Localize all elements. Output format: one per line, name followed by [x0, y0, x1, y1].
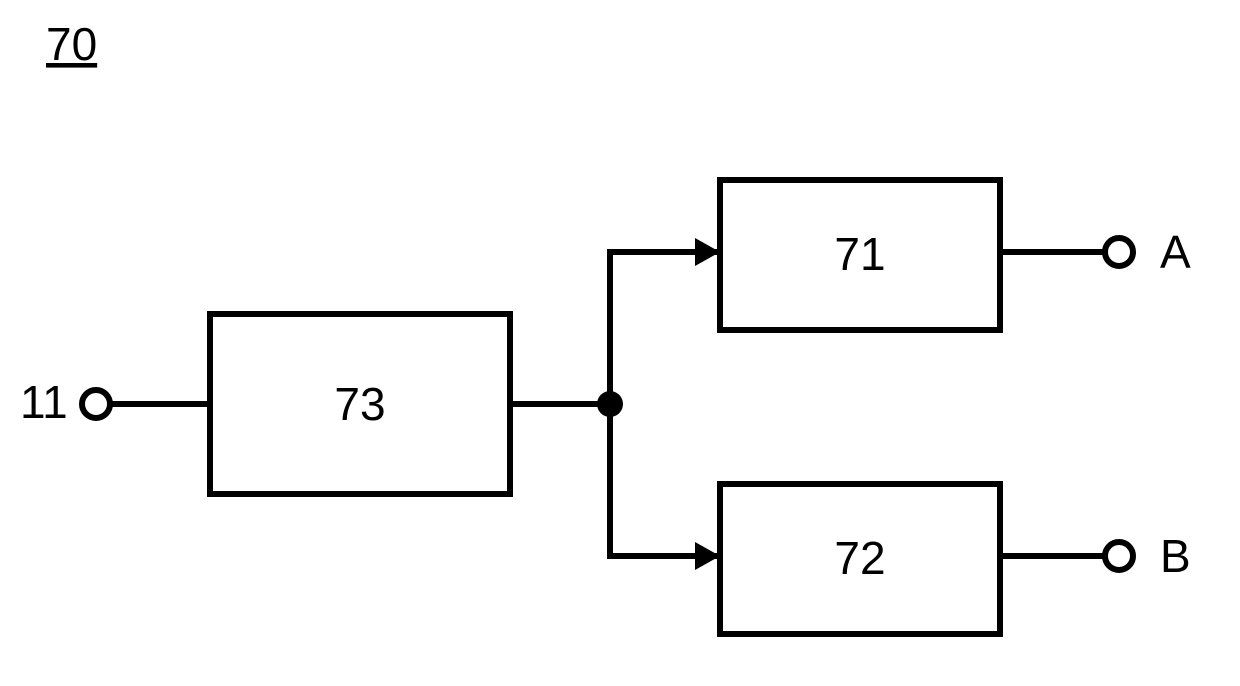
block-72-label: 72	[834, 532, 885, 584]
arrowhead-to-71	[695, 238, 720, 266]
output-label-B: B	[1160, 530, 1191, 582]
figure-number: 70	[46, 18, 97, 70]
wire-branch-to-71	[610, 252, 720, 404]
input-terminal-11	[82, 390, 110, 418]
input-label-11: 11	[20, 376, 68, 428]
block-71-label: 71	[834, 228, 885, 280]
output-label-A: A	[1160, 226, 1191, 278]
arrowhead-to-72	[695, 542, 720, 570]
block-diagram: 70 11 73 71 A 72 B	[0, 0, 1240, 686]
output-terminal-B	[1105, 542, 1133, 570]
output-terminal-A	[1105, 238, 1133, 266]
block-73-label: 73	[334, 378, 385, 430]
wire-branch-to-72	[610, 404, 720, 556]
